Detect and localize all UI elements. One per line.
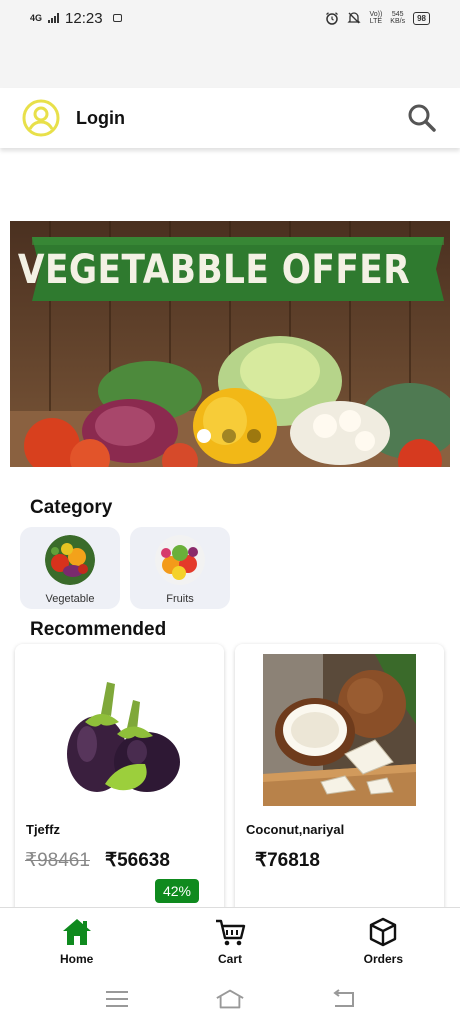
status-time: 12:23 <box>65 9 103 27</box>
eggplant-image <box>15 644 224 814</box>
carousel-dot-2[interactable] <box>222 429 236 443</box>
product-name: Coconut,nariyal <box>246 822 345 837</box>
system-navigation <box>0 974 460 1024</box>
screen-record-icon <box>112 14 122 22</box>
category-vegetable[interactable]: Vegetable <box>20 527 120 609</box>
home-icon <box>62 919 91 945</box>
product-card-tjeffz[interactable]: Tjeffz ₹98461 ₹56638 42% <box>15 644 224 924</box>
nav-label-cart: Cart <box>217 952 242 966</box>
battery-indicator: 98 <box>413 11 430 25</box>
top-band <box>0 36 460 88</box>
offer-banner[interactable]: VEGETABBLE OFFER <box>10 221 450 467</box>
carousel-dot-3[interactable] <box>247 429 261 443</box>
product-old-price: ₹98461 <box>25 850 90 871</box>
nav-orders[interactable]: Orders <box>307 908 460 974</box>
signal-icon <box>48 13 60 23</box>
search-icon <box>408 104 436 132</box>
discount-badge: 42% <box>155 879 199 903</box>
category-label: Vegetable <box>45 593 95 605</box>
home-system-button[interactable] <box>215 987 245 1011</box>
app-screen: 4G 12:23 Vo)) LTE 545 KB/s 98 Login VEGE… <box>0 0 460 1024</box>
mute-icon <box>347 12 362 24</box>
alarm-icon <box>326 12 339 25</box>
category-label: Fruits <box>166 593 194 605</box>
nav-label-orders: Orders <box>363 952 403 966</box>
product-name: Tjeffz <box>26 822 60 837</box>
status-left: 4G 12:23 <box>30 10 122 27</box>
user-circle-icon[interactable] <box>22 99 60 137</box>
vegetable-image <box>45 535 95 585</box>
cart-icon <box>215 919 246 946</box>
nav-home[interactable]: Home <box>0 908 153 974</box>
search-button[interactable] <box>406 102 438 134</box>
product-price: ₹76818 <box>255 850 320 871</box>
lte-indicator: Vo)) LTE <box>369 11 383 25</box>
category-title: Category <box>30 497 113 518</box>
coconut-image <box>235 644 444 814</box>
category-fruits[interactable]: Fruits <box>130 527 230 609</box>
login-link[interactable]: Login <box>76 108 125 129</box>
status-right: Vo)) LTE 545 KB/s 98 <box>325 11 430 25</box>
home-outline-icon <box>216 989 244 1009</box>
bottom-navigation: Home Cart Orders <box>0 907 460 974</box>
back-button[interactable] <box>328 987 358 1011</box>
app-header: Login <box>0 88 460 148</box>
back-icon <box>333 989 355 1007</box>
recents-button[interactable] <box>102 987 132 1011</box>
network-type: 4G <box>30 12 43 23</box>
product-price: ₹56638 <box>105 850 170 871</box>
carousel-dots <box>197 429 261 443</box>
nav-label-home: Home <box>59 952 94 966</box>
status-bar: 4G 12:23 Vo)) LTE 545 KB/s 98 <box>0 0 460 36</box>
carousel-dot-1[interactable] <box>197 429 211 443</box>
menu-icon <box>105 991 128 1007</box>
box-icon <box>370 917 397 947</box>
network-speed: 545 KB/s <box>390 11 406 25</box>
fruits-image <box>155 535 205 585</box>
banner-title: VEGETABBLE OFFER <box>17 247 411 293</box>
recommended-title: Recommended <box>30 619 167 640</box>
nav-cart[interactable]: Cart <box>153 908 306 974</box>
product-card-coconut[interactable]: Coconut,nariyal ₹76818 <box>235 644 444 924</box>
